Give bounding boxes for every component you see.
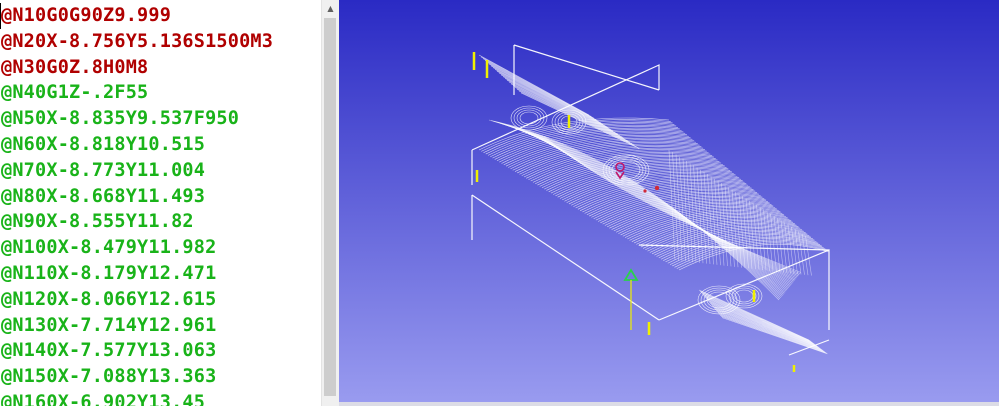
gcode-line[interactable]: @N150X-7.088Y13.363 <box>0 364 273 390</box>
gcode-line[interactable]: @N160X-6.902Y13.45 <box>0 390 273 406</box>
gcode-line[interactable]: @N50X-8.835Y9.537F950 <box>0 106 273 132</box>
gcode-line[interactable]: @N20X-8.756Y5.136S1500M3 <box>0 29 273 55</box>
gcode-line[interactable]: @N140X-7.577Y13.063 <box>0 338 273 364</box>
gcode-line[interactable]: @N70X-8.773Y11.004 <box>0 158 273 184</box>
scroll-up-arrow-icon[interactable]: ▲ <box>322 0 339 17</box>
gcode-editor[interactable]: @N10G0G90Z9.999 @N20X-8.756Y5.136S1500M3 @… <box>0 0 321 406</box>
toolpath-render <box>339 0 999 406</box>
toolpath-3d-viewport[interactable] <box>339 0 999 406</box>
gcode-line[interactable]: @N100X-8.479Y11.982 <box>0 235 273 261</box>
gcode-line[interactable]: @N110X-8.179Y12.471 <box>0 261 273 287</box>
gcode-line[interactable]: @N40G1Z-.2F55 <box>0 80 273 106</box>
editor-scrollbar[interactable]: ▲ <box>321 0 339 406</box>
scrollbar-thumb[interactable] <box>324 18 336 396</box>
gcode-line[interactable]: @N30G0Z.8H0M8 <box>0 55 273 81</box>
gcode-line[interactable]: @N130X-7.714Y12.961 <box>0 313 273 339</box>
gcode-line[interactable]: @N120X-8.066Y12.615 <box>0 287 273 313</box>
gcode-lines: @N10G0G90Z9.999 @N20X-8.756Y5.136S1500M3 @… <box>0 3 273 406</box>
gcode-line[interactable]: @N10G0G90Z9.999 <box>0 3 273 29</box>
viewport-status-strip <box>339 402 999 406</box>
gcode-line[interactable]: @N80X-8.668Y11.493 <box>0 184 273 210</box>
gcode-line[interactable]: @N60X-8.818Y10.515 <box>0 132 273 158</box>
gcode-line[interactable]: @N90X-8.555Y11.82 <box>0 209 273 235</box>
